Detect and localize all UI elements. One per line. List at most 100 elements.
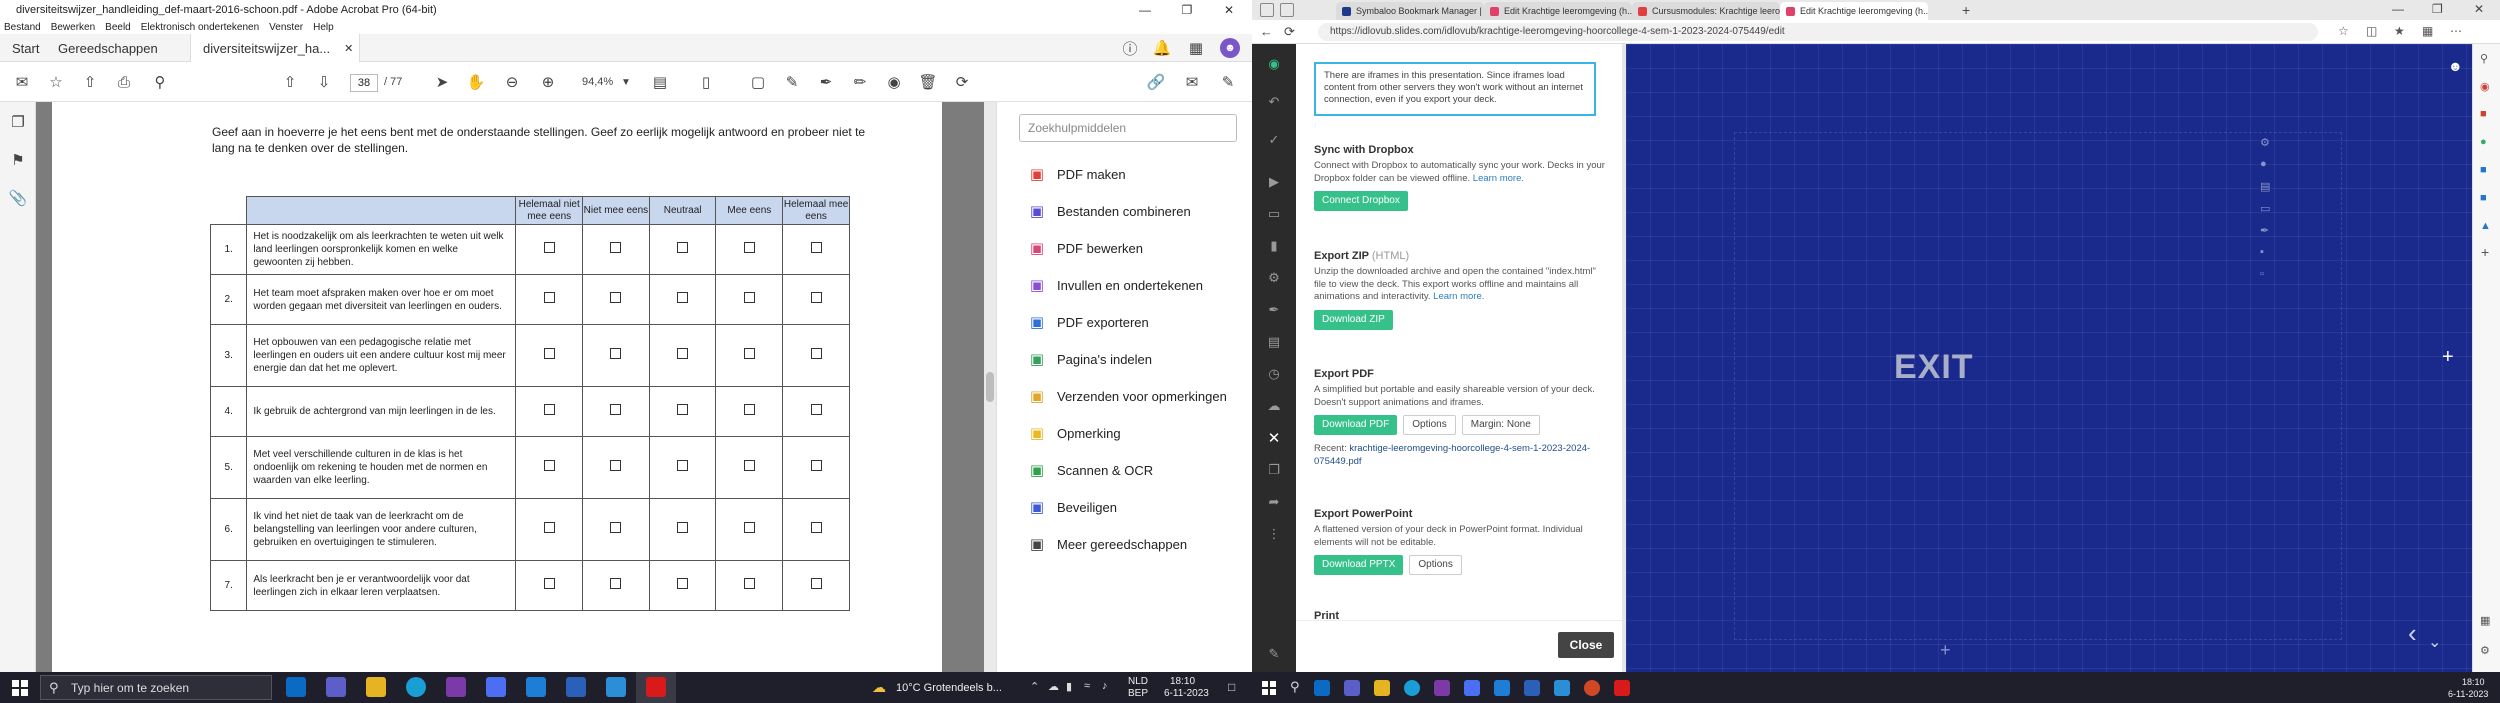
star-icon[interactable]: ☆ [46,72,66,92]
tab-gereedschappen[interactable]: Gereedschappen [46,34,170,62]
tool-item[interactable]: ▣ PDF bewerken [1027,236,1143,260]
avatar[interactable]: ☻ [1220,38,1240,58]
pointer-icon[interactable]: ➤ [432,72,452,92]
windows-start-icon-2[interactable] [1262,681,1276,695]
taskbar-word-icon[interactable] [566,677,586,697]
close-icon[interactable]: ✕ [1208,0,1250,20]
slide-toggle-icon[interactable]: ● [2260,158,2267,170]
response-checkbox[interactable] [543,292,555,303]
undo-icon[interactable]: ↶ [1264,92,1284,112]
taskbar2-edge-icon[interactable] [1404,680,1420,696]
zoom-in-icon[interactable]: ⊕ [538,72,558,92]
sidebar-tools-icon[interactable]: ■ [2480,108,2487,120]
response-checkbox[interactable] [743,460,755,471]
download-zip-button[interactable]: Download ZIP [1314,309,1393,330]
send-mail-icon[interactable]: ✉ [1182,72,1202,92]
add-slide-right-icon[interactable]: + [2442,346,2454,369]
response-checkbox[interactable] [810,404,822,415]
taskbar-mail-icon[interactable] [526,677,546,697]
slide-delete-icon[interactable]: ▫ [2260,268,2264,280]
menu-help[interactable]: Help [313,22,334,33]
back-icon[interactable]: ← [1260,24,1273,39]
browser-close-icon[interactable]: ✕ [2474,2,2484,16]
comment-tool-icon[interactable]: ▢ [748,72,768,92]
response-checkbox[interactable] [743,348,755,359]
browser-minimize-icon[interactable]: — [2392,2,2404,16]
favorites-icon[interactable]: ★ [2394,24,2405,38]
taskbar-acrobat-icon[interactable] [646,677,666,697]
draw-icon[interactable]: ✒ [816,72,836,92]
close-panel-icon[interactable]: ✕ [1264,428,1284,448]
tray-volume-icon[interactable]: ♪ [1102,680,1108,692]
response-checkbox[interactable] [677,292,689,303]
upload-icon[interactable]: ⇧ [80,72,100,92]
document-viewport[interactable]: Geef aan in hoeverre je het eens bent me… [36,102,984,672]
tray-chevron-icon[interactable]: ⌃ [1030,680,1039,693]
edit-icon[interactable]: ✏ [850,72,870,92]
cloud-icon[interactable]: ☁ [1264,396,1284,416]
notifications-icon[interactable]: □ [1228,680,1235,694]
tray-cloud-icon[interactable]: ☁ [1048,680,1059,693]
language-top[interactable]: NLD [1128,676,1148,688]
sidebar-settings-icon[interactable]: ⚙ [2480,644,2490,657]
menu-beeld[interactable]: Beeld [105,22,131,33]
taskbar2-mail-icon[interactable] [1494,680,1510,696]
apps-icon[interactable]: ▦ [1186,38,1206,58]
response-checkbox[interactable] [743,522,755,533]
bookmark-icon[interactable]: ⚑ [8,150,28,170]
response-checkbox[interactable] [610,292,622,303]
weather-icon[interactable]: ☁ [872,679,886,696]
zip-learn-more-link[interactable]: Learn more. [1433,291,1484,302]
vertical-scrollbar[interactable] [984,102,996,672]
taskbar2-onenote-icon[interactable] [1434,680,1450,696]
response-checkbox[interactable] [677,404,689,415]
print-icon[interactable]: ⎙ [114,72,134,92]
tab-start[interactable]: Start [0,34,51,62]
mail-icon[interactable]: ✉ [12,72,32,92]
delete-icon[interactable]: 🗑 [918,72,938,92]
pdf-recent-link[interactable]: krachtige-leeromgeving-hoorcollege-4-sem… [1314,443,1590,467]
page-number-input[interactable]: 38 [350,74,378,92]
play-icon[interactable]: ▶ [1264,172,1284,192]
refresh-icon[interactable]: ⟳ [1284,24,1295,40]
tool-item[interactable]: ▣ Verzenden voor opmerkingen [1027,384,1227,408]
clock-date[interactable]: 6-11-2023 [1164,688,1209,700]
response-checkbox[interactable] [543,348,555,359]
zoom-search-icon[interactable]: ⚲ [150,72,170,92]
taskbar-explorer-icon[interactable] [366,677,386,697]
highlight-icon[interactable]: ✎ [782,72,802,92]
fit-page-icon[interactable]: ▤ [650,72,670,92]
response-checkbox[interactable] [610,460,622,471]
edit-pdf-tool-icon[interactable]: ✎ [1218,72,1238,92]
notes-icon[interactable]: ✎ [1264,644,1284,664]
taskbar2-word-icon[interactable] [1524,680,1540,696]
attachment-icon[interactable]: 📎 [8,188,28,208]
response-checkbox[interactable] [543,522,555,533]
response-checkbox[interactable] [610,404,622,415]
maximize-icon[interactable]: ❐ [1166,0,1208,20]
help-icon[interactable]: ⓘ [1120,38,1140,58]
page-down-icon[interactable]: ⇩ [314,72,334,92]
taskbar2-acrobat-icon[interactable] [1614,680,1630,696]
tool-item[interactable]: ▣ PDF maken [1027,162,1126,186]
page-up-icon[interactable]: ⇧ [280,72,300,92]
close-button[interactable]: Close [1558,632,1614,658]
rotate-icon[interactable]: ⟳ [952,72,972,92]
chevron-down-icon[interactable]: ▼ [616,72,636,92]
windows-start-icon[interactable] [12,680,28,696]
check-icon[interactable]: ✓ [1264,130,1284,150]
taskbar2-outlook-icon[interactable] [1314,680,1330,696]
sidebar-search-icon[interactable]: ⚲ [2480,52,2488,65]
tool-item[interactable]: ▣ Meer gereedschappen [1027,532,1187,556]
zoom-out-icon[interactable]: ⊖ [502,72,522,92]
browser-tab[interactable]: Edit Krachtige leeromgeving (h... [1780,2,1928,20]
tool-item[interactable]: ▣ Bestanden combineren [1027,199,1191,223]
response-checkbox[interactable] [610,522,622,533]
copy-icon[interactable]: ❐ [1264,460,1284,480]
stamp-icon[interactable]: ◉ [884,72,904,92]
response-checkbox[interactable] [743,292,755,303]
dropbox-learn-more-link[interactable]: Learn more. [1473,173,1524,184]
tray-battery-icon[interactable]: ▮ [1066,680,1072,693]
sidebar-games-icon[interactable]: ● [2480,136,2487,148]
more-options-icon[interactable]: ⋮ [1264,524,1284,544]
